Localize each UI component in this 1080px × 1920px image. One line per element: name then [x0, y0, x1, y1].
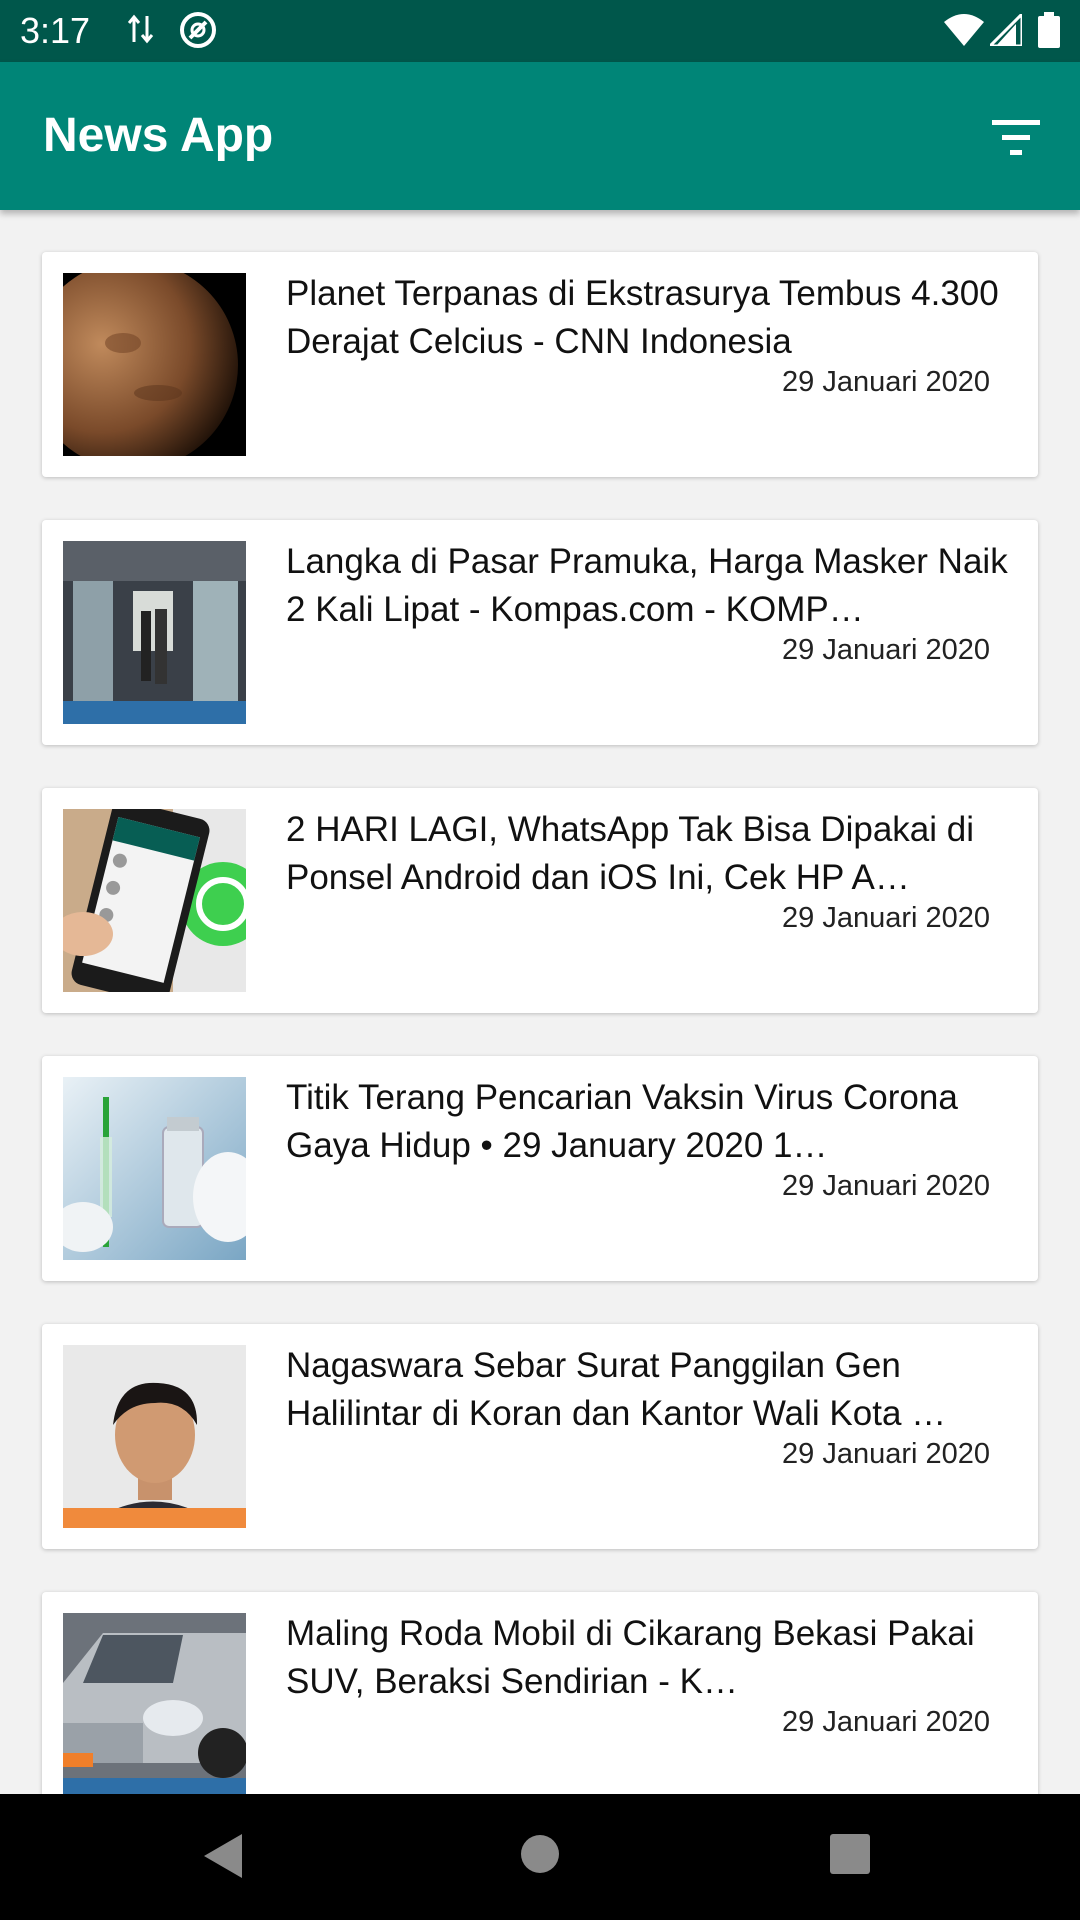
navigation-bar — [0, 1794, 1080, 1920]
signal-icon — [986, 10, 1024, 50]
news-card[interactable]: Maling Roda Mobil di Cikarang Bekasi Pak… — [42, 1592, 1038, 1794]
app-title: News App — [43, 109, 274, 162]
battery-icon — [1038, 12, 1060, 52]
vaccine-image — [63, 1077, 246, 1260]
sync-icon — [178, 10, 218, 54]
planet-image — [63, 273, 246, 456]
status-bar: 3:17 — [0, 0, 1080, 62]
article-date: 29 Januari 2020 — [782, 1706, 990, 1738]
article-title: 2 HARI LAGI, WhatsApp Tak Bisa Dipakai d… — [286, 810, 974, 897]
article-date: 29 Januari 2020 — [782, 902, 990, 934]
article-title: Langka di Pasar Pramuka, Harga Masker Na… — [286, 542, 1008, 629]
status-time: 3:17 — [20, 10, 91, 51]
market-image — [63, 541, 246, 724]
filter-icon[interactable] — [990, 116, 1042, 160]
car-image — [63, 1613, 246, 1794]
back-icon[interactable] — [202, 1832, 246, 1884]
news-list[interactable]: Planet Terpanas di Ekstrasurya Tembus 4.… — [0, 210, 1080, 1794]
data-transfer-icon — [127, 12, 154, 50]
wifi-icon — [944, 14, 984, 50]
article-date: 29 Januari 2020 — [782, 1438, 990, 1470]
portrait-image — [63, 1345, 246, 1528]
home-icon[interactable] — [520, 1834, 560, 1878]
article-date: 29 Januari 2020 — [782, 366, 990, 398]
news-card[interactable]: Nagaswara Sebar Surat Panggilan Gen Hali… — [42, 1324, 1038, 1549]
article-title: Titik Terang Pencarian Vaksin Virus Coro… — [286, 1078, 958, 1165]
news-card[interactable]: Titik Terang Pencarian Vaksin Virus Coro… — [42, 1056, 1038, 1281]
recents-icon[interactable] — [830, 1834, 870, 1878]
article-title: Maling Roda Mobil di Cikarang Bekasi Pak… — [286, 1614, 975, 1701]
article-date: 29 Januari 2020 — [782, 634, 990, 666]
whatsapp-phone-image — [63, 809, 246, 992]
article-title: Planet Terpanas di Ekstrasurya Tembus 4.… — [286, 274, 999, 361]
app-bar: News App — [0, 62, 1080, 210]
news-card[interactable]: 2 HARI LAGI, WhatsApp Tak Bisa Dipakai d… — [42, 788, 1038, 1013]
news-card[interactable]: Planet Terpanas di Ekstrasurya Tembus 4.… — [42, 252, 1038, 477]
news-card[interactable]: Langka di Pasar Pramuka, Harga Masker Na… — [42, 520, 1038, 745]
article-date: 29 Januari 2020 — [782, 1170, 990, 1202]
article-title: Nagaswara Sebar Surat Panggilan Gen Hali… — [286, 1346, 947, 1433]
